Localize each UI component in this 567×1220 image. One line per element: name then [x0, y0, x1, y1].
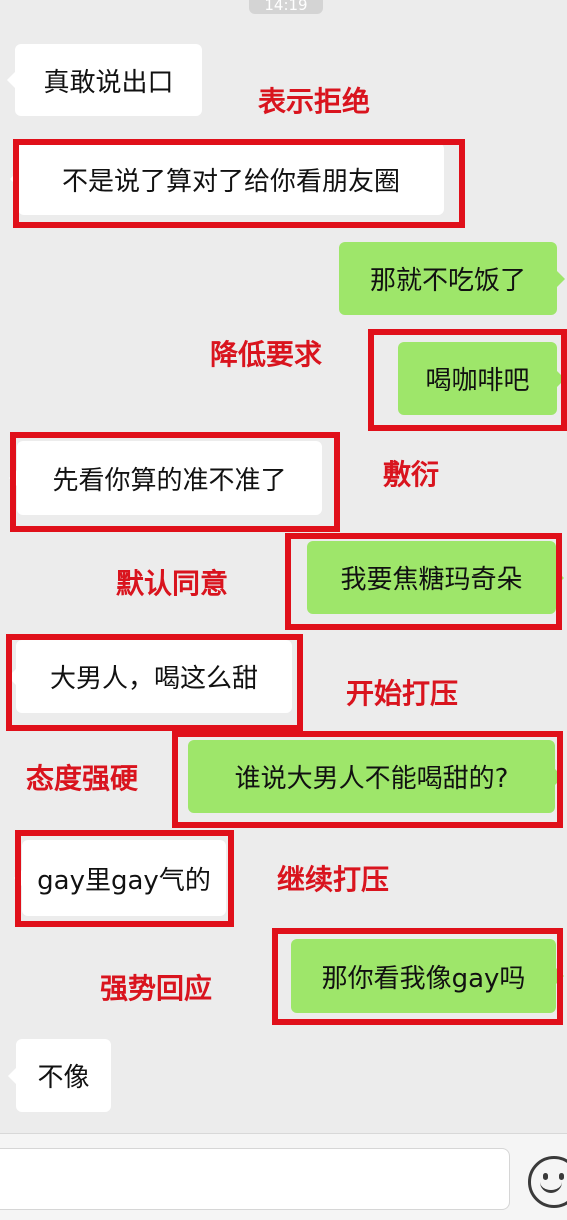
annotation-label: 态度强硬 — [26, 762, 139, 795]
annotation-label: 敷衍 — [383, 458, 440, 491]
timestamp-pill: 14:19 — [249, 0, 323, 14]
message-input[interactable] — [0, 1148, 510, 1210]
message-bubble-incoming[interactable]: 不是说了算对了给你看朋友圈 — [10, 143, 444, 215]
annotation-label: 降低要求 — [210, 338, 323, 371]
message-bubble-incoming[interactable]: 不像 — [8, 1039, 111, 1112]
annotation-label: 开始打压 — [346, 677, 459, 710]
message-bubble-outgoing[interactable]: 那就不吃饭了 — [339, 242, 565, 315]
input-bar — [0, 1133, 567, 1220]
annotation-label: 表示拒绝 — [258, 85, 371, 118]
message-bubble-outgoing[interactable]: 喝咖啡吧 — [398, 342, 565, 415]
message-bubble-outgoing[interactable]: 我要焦糖玛奇朵 — [307, 541, 564, 614]
message-bubble-incoming[interactable]: gay里gay气的 — [14, 840, 226, 916]
annotation-label: 默认同意 — [116, 567, 229, 600]
smiley-face-icon[interactable] — [528, 1156, 567, 1208]
annotation-label: 继续打压 — [277, 863, 390, 896]
emoji-mouth — [540, 1179, 562, 1193]
annotation-label: 强势回应 — [100, 972, 213, 1005]
message-bubble-incoming[interactable]: 先看你算的准不准了 — [9, 441, 322, 515]
message-bubble-outgoing[interactable]: 那你看我像gay吗 — [291, 939, 564, 1013]
message-bubble-incoming[interactable]: 真敢说出口 — [7, 44, 202, 116]
message-bubble-outgoing[interactable]: 谁说大男人不能喝甜的? — [188, 740, 563, 813]
message-bubble-incoming[interactable]: 大男人，喝这么甜 — [8, 640, 292, 713]
